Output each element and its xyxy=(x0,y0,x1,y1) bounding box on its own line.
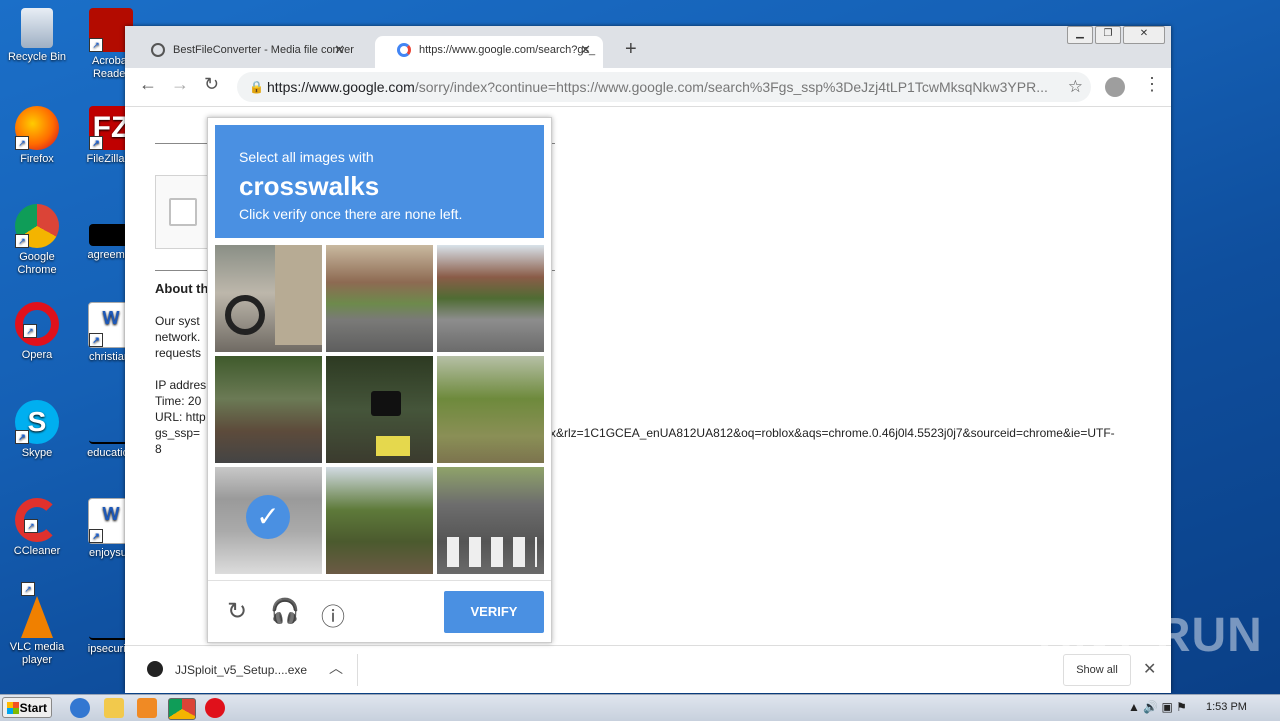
headphones-audio-icon[interactable]: 🎧 xyxy=(270,597,300,626)
minimize-button[interactable]: ▁ xyxy=(1067,26,1093,44)
tab-title: https://www.google.com/search?gs_ xyxy=(419,44,596,56)
lock-icon: 🔒 xyxy=(249,80,264,94)
captcha-challenge-popup: Select all images with crosswalks Click … xyxy=(207,117,552,643)
system-tray-icons[interactable]: ▲ 🔊 ▣ ⚑ xyxy=(1128,700,1187,714)
firefox-icon: ↗ xyxy=(15,106,59,150)
anyrun-watermark: ANY RUN xyxy=(1038,609,1263,662)
taskbar-clock[interactable]: 1:53 PM xyxy=(1206,701,1247,713)
tab-strip: BestFileConverter - Media file conver ✕ … xyxy=(125,26,1171,68)
desktop-icon-label: Google Chrome xyxy=(17,251,57,276)
back-arrow-icon[interactable]: ← xyxy=(139,74,157,95)
browser-toolbar: ← → ↻ 🔒 https://www.google.com/sorry/ind… xyxy=(125,68,1171,107)
vlc-cone-icon: ↗ xyxy=(21,582,53,638)
info-icon[interactable]: ⓘ xyxy=(318,597,348,632)
captcha-tile[interactable] xyxy=(215,245,322,352)
info-line: Time: 20 xyxy=(155,394,202,408)
school-sign-image xyxy=(376,436,410,456)
captcha-hint: Click verify once there are none left. xyxy=(239,206,463,222)
captcha-tile[interactable] xyxy=(326,356,433,463)
opera-icon: ↗ xyxy=(15,302,59,346)
motorcycle-image xyxy=(225,295,265,335)
desktop-icon-ccleaner[interactable]: ↗ CCleaner xyxy=(0,498,74,558)
captcha-tile[interactable] xyxy=(437,467,544,574)
captcha-tile[interactable] xyxy=(437,245,544,352)
kebab-menu-icon[interactable]: ⋮ xyxy=(1143,74,1161,95)
captcha-footer: ↻ 🎧 ⓘ VERIFY xyxy=(208,580,551,643)
desktop-icon-label: Recycle Bin xyxy=(7,51,67,63)
desktop-icon-vlc[interactable]: ↗ VLC media player xyxy=(0,582,74,667)
about-heading: About th xyxy=(155,281,209,296)
traffic-light-image xyxy=(371,391,401,416)
tab-title: BestFileConverter - Media file conver xyxy=(173,44,354,56)
tab-bestfileconverter[interactable]: BestFileConverter - Media file conver ✕ xyxy=(129,36,357,68)
chrome-taskbar-icon[interactable] xyxy=(168,698,196,720)
verify-button[interactable]: VERIFY xyxy=(444,591,544,633)
close-tab-icon[interactable]: ✕ xyxy=(334,36,345,64)
address-bar[interactable]: 🔒 https://www.google.com/sorry/index?con… xyxy=(237,72,1091,102)
file-explorer-icon[interactable] xyxy=(104,698,124,718)
desktop-icon-label: Skype xyxy=(21,447,53,459)
desktop-icon-recycle-bin[interactable]: Recycle Bin xyxy=(0,8,74,64)
download-filename[interactable]: JJSploit_v5_Setup....exe xyxy=(175,663,307,677)
captcha-tile[interactable] xyxy=(215,356,322,463)
start-label: Start xyxy=(19,701,47,715)
windows-taskbar: Start ▲ 🔊 ▣ ⚑ 1:53 PM xyxy=(0,694,1280,721)
url-tail-text: x&rlz=1C1GCEA_enUA812UA812&oq=roblox&aqs… xyxy=(550,426,1115,440)
captcha-header: Select all images with crosswalks Click … xyxy=(215,125,544,238)
captcha-keyword: crosswalks xyxy=(239,171,380,201)
checkmark-icon: ✓ xyxy=(246,495,290,539)
desktop-icon-chrome[interactable]: ↗ Google Chrome xyxy=(0,204,74,277)
opera-taskbar-icon[interactable] xyxy=(205,698,225,718)
desktop-icon-skype[interactable]: S ↗ Skype xyxy=(0,400,74,460)
ccleaner-icon: ↗ xyxy=(15,498,59,542)
recaptcha-checkbox[interactable] xyxy=(169,198,197,226)
media-player-icon[interactable] xyxy=(137,698,157,718)
new-tab-button[interactable]: + xyxy=(625,38,637,61)
captcha-tile[interactable] xyxy=(326,245,433,352)
car-image xyxy=(275,245,322,345)
chrome-icon: ↗ xyxy=(15,204,59,248)
close-tab-icon[interactable]: ✕ xyxy=(580,36,591,64)
profile-avatar-icon[interactable] xyxy=(1105,77,1125,97)
bookmark-star-icon[interactable]: ☆ xyxy=(1068,72,1083,102)
body-line: Our syst xyxy=(155,314,200,328)
captcha-tile-selected[interactable]: ✓ xyxy=(215,467,322,574)
start-button[interactable]: Start xyxy=(2,697,52,718)
captcha-instruction: Select all images with xyxy=(239,149,374,165)
desktop-icon-firefox[interactable]: ↗ Firefox xyxy=(0,106,74,166)
desktop-icon-opera[interactable]: ↗ Opera xyxy=(0,302,74,362)
crosswalk-stripes-image xyxy=(447,537,537,567)
internet-explorer-icon[interactable] xyxy=(70,698,90,718)
desktop-icon-label: Opera xyxy=(21,349,53,361)
url-path: /sorry/index?continue=https://www.google… xyxy=(414,79,1048,95)
chevron-up-icon[interactable]: ︿ xyxy=(329,658,343,678)
reload-challenge-icon[interactable]: ↻ xyxy=(222,597,252,626)
info-line: 8 xyxy=(155,442,162,456)
window-controls: ▁ ❐ ✕ xyxy=(1065,26,1165,44)
recycle-bin-icon xyxy=(21,8,53,48)
windows-logo-icon xyxy=(7,702,19,714)
info-line: IP addres xyxy=(155,378,207,392)
forward-arrow-icon[interactable]: → xyxy=(171,74,189,95)
tab-google-search[interactable]: https://www.google.com/search?gs_ ✕ xyxy=(375,36,603,68)
desktop-icon-label: VLC media player xyxy=(9,641,65,666)
desktop-icon-label: CCleaner xyxy=(13,545,61,557)
divider xyxy=(357,654,358,686)
info-line: URL: http xyxy=(155,410,206,424)
download-file-icon xyxy=(147,661,163,677)
reload-icon[interactable]: ↻ xyxy=(204,74,219,95)
captcha-tile[interactable] xyxy=(326,467,433,574)
globe-icon xyxy=(151,43,165,57)
body-line: network. xyxy=(155,330,201,344)
download-shelf: JJSploit_v5_Setup....exe ︿ Show all ✕ xyxy=(125,645,1171,693)
url-host: https://www.google.com xyxy=(267,79,415,95)
info-line: gs_ssp= xyxy=(155,426,201,440)
maximize-button[interactable]: ❐ xyxy=(1095,26,1121,44)
close-window-button[interactable]: ✕ xyxy=(1123,26,1165,44)
google-g-icon xyxy=(397,43,411,57)
skype-icon: S ↗ xyxy=(15,400,59,444)
captcha-tile[interactable] xyxy=(437,356,544,463)
body-line: requests xyxy=(155,346,202,360)
desktop-icon-label: Firefox xyxy=(20,153,54,165)
